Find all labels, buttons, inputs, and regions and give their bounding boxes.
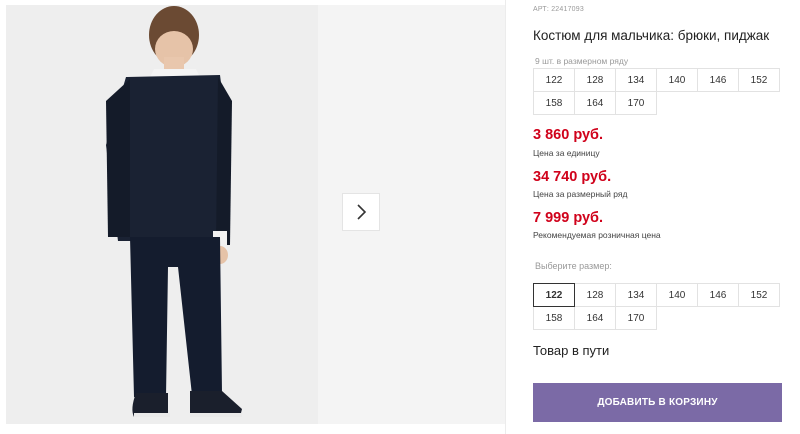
size-selector: 122 128 134 140 146 152 158 164 170: [533, 283, 785, 330]
range-size-cell: 146: [697, 68, 739, 92]
range-size-cell: 158: [533, 91, 575, 115]
next-image-button[interactable]: [342, 193, 380, 231]
range-price-label: Цена за размерный ряд: [533, 189, 628, 199]
panel-divider: [505, 0, 506, 434]
choose-size-label: Выберите размер:: [535, 261, 612, 271]
size-option[interactable]: 164: [574, 306, 616, 330]
availability-status: Товар в пути: [533, 343, 610, 358]
range-size-cell: 128: [574, 68, 616, 92]
range-size-cell: 140: [656, 68, 698, 92]
range-caption: 9 шт. в размерном ряду: [535, 56, 629, 66]
range-price: 34 740 руб.: [533, 169, 612, 185]
range-size-cell: 170: [615, 91, 657, 115]
size-option[interactable]: 140: [656, 283, 698, 307]
boy-suit-illustration: [6, 5, 318, 424]
article-number: АРТ: 22417093: [533, 6, 584, 13]
range-size-cell: 152: [738, 68, 780, 92]
chevron-right-icon: [357, 204, 367, 220]
size-option[interactable]: 128: [574, 283, 616, 307]
article-label: АРТ:: [533, 6, 550, 13]
range-size-cell: 134: [615, 68, 657, 92]
retail-price: 7 999 руб.: [533, 210, 604, 226]
size-option[interactable]: 122: [533, 283, 575, 307]
size-option[interactable]: 134: [615, 283, 657, 307]
product-photo[interactable]: [6, 5, 318, 424]
article-value: 22417093: [551, 6, 584, 13]
range-size-cell: 164: [574, 91, 616, 115]
unit-price-label: Цена за единицу: [533, 148, 600, 158]
product-title: Костюм для мальчика: брюки, пиджак: [533, 28, 770, 43]
product-gallery: [0, 0, 505, 434]
add-to-cart-button[interactable]: ДОБАВИТЬ В КОРЗИНУ: [533, 383, 782, 422]
size-range-grid: 122 128 134 140 146 152 158 164 170: [533, 68, 785, 115]
size-option[interactable]: 170: [615, 306, 657, 330]
retail-price-label: Рекомендуемая розничная цена: [533, 230, 661, 240]
size-option[interactable]: 158: [533, 306, 575, 330]
size-option[interactable]: 152: [738, 283, 780, 307]
range-size-cell: 122: [533, 68, 575, 92]
size-option[interactable]: 146: [697, 283, 739, 307]
unit-price: 3 860 руб.: [533, 127, 604, 143]
